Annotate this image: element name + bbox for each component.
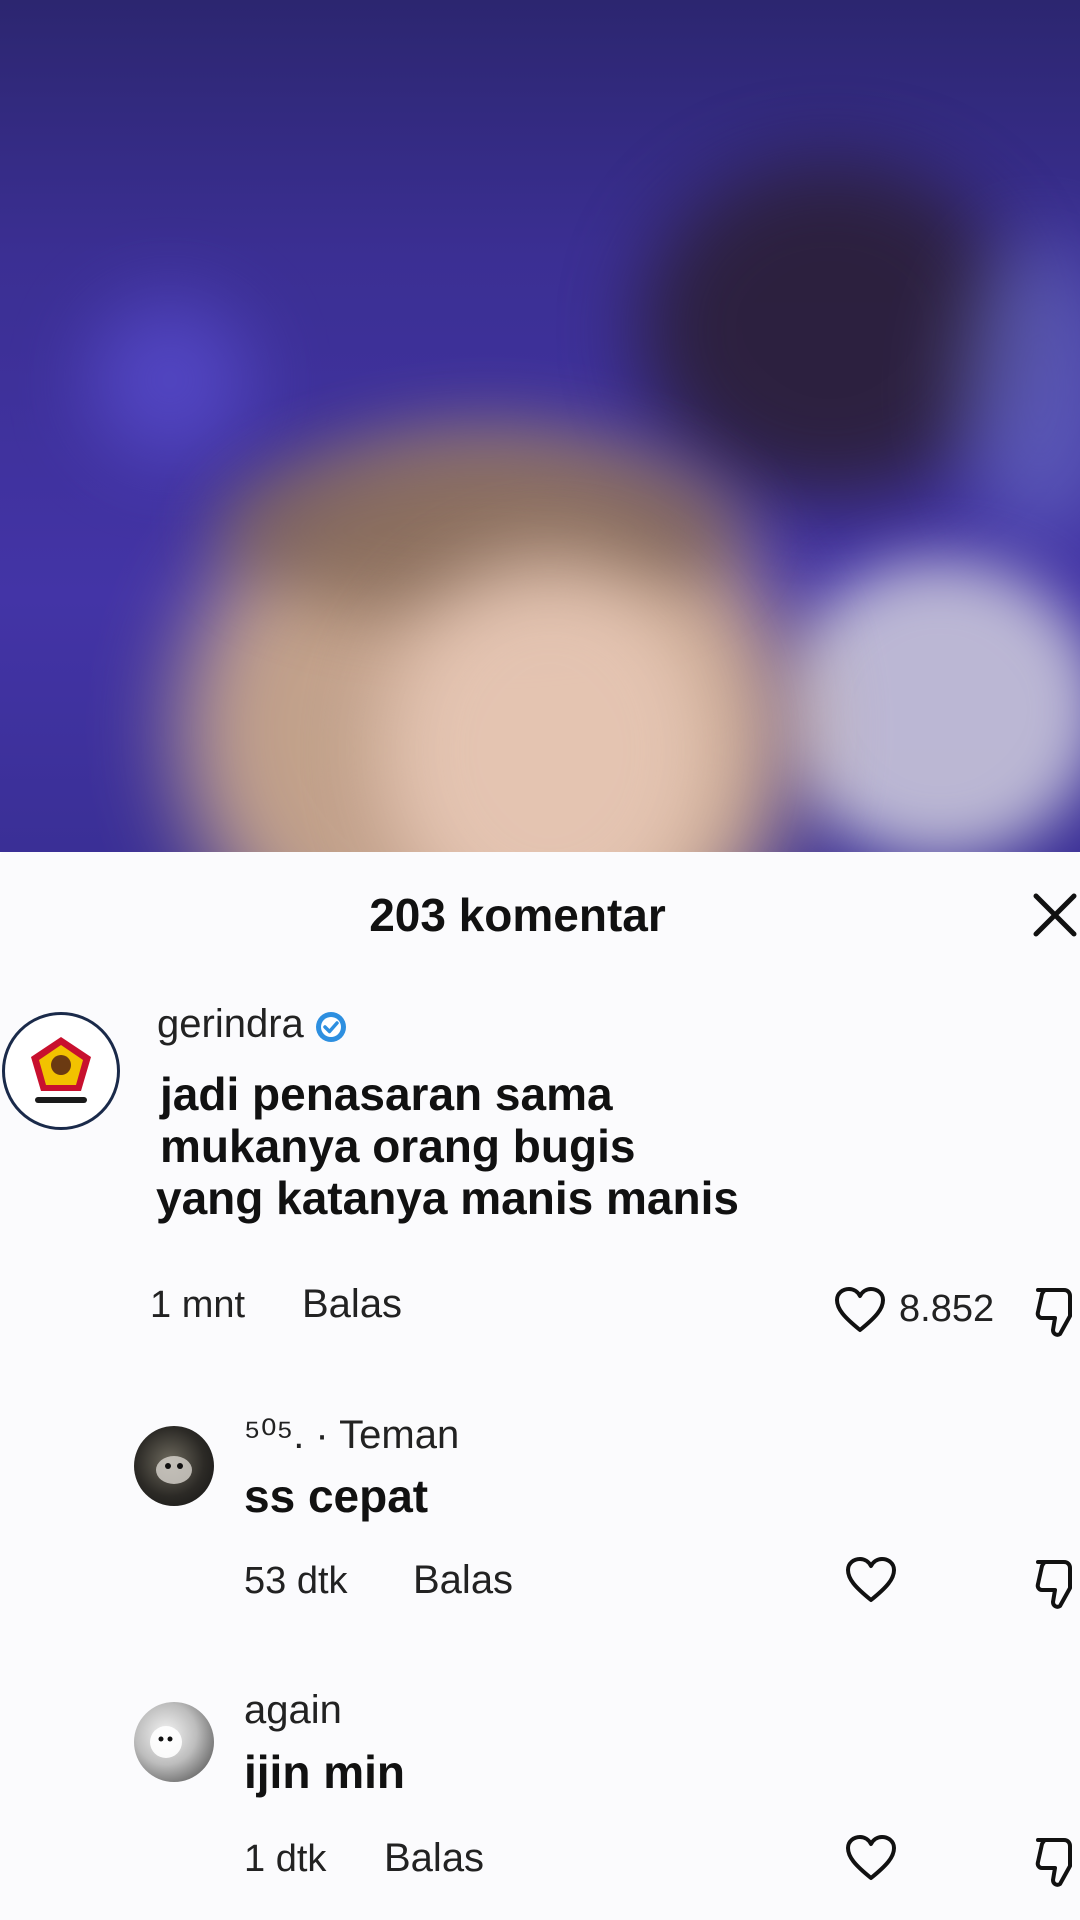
like-button[interactable] [845,1556,897,1609]
avatar[interactable] [134,1426,214,1506]
username[interactable]: gerindra [157,1002,348,1047]
heart-icon [846,1835,896,1880]
party-logo-icon [7,1017,115,1125]
reply-button[interactable]: Balas [302,1282,402,1327]
comment-text: ijin min [244,1746,405,1798]
heart-icon [835,1287,885,1332]
reply-button[interactable]: Balas [413,1558,513,1603]
avatar[interactable] [134,1702,214,1782]
comment-time: 1 mnt [150,1284,246,1326]
blur-hair-dark [640,160,1020,500]
comment-text: ss cepat [244,1470,429,1522]
blur-light [90,300,250,460]
username[interactable]: again [244,1688,342,1733]
close-icon [1033,893,1077,937]
sheet-header: 203 komentar [0,852,1080,972]
thumbs-down-icon [1035,1560,1072,1609]
thumbs-down-icon [1035,1288,1072,1337]
avatar-image-icon [150,1726,182,1758]
comment-item: ⁵⁰⁵. · Teman ss cepat [0,1412,1080,1612]
dislike-button[interactable] [1034,1284,1080,1343]
comment-count-title: 203 komentar [369,889,666,941]
like-button[interactable] [834,1286,886,1339]
avatar[interactable] [2,1012,120,1130]
comment-text-line: jadi penasaran sama [160,1068,613,1120]
reply-button[interactable]: Balas [384,1836,484,1881]
comment-sheet: 203 komentar gerindra jadi penasaran sam… [0,852,1080,1920]
blur-wall [780,560,1080,852]
comment-text-line: yang katanya manis manis [156,1172,739,1224]
dislike-button[interactable] [1034,1556,1080,1615]
heart-icon [846,1557,896,1602]
comment-item: again ijin min [0,1688,1080,1888]
comment-text: jadi penasaran sama mukanya orang bugis … [156,1068,739,1224]
comment-item: gerindra jadi penasaran sama mukanya ora… [0,1002,1080,1224]
like-count: 8.852 [899,1288,995,1330]
avatar-image-icon [156,1456,192,1484]
comment-text-line: mukanya orang bugis [160,1120,636,1172]
close-button[interactable] [1030,890,1080,946]
comment-time: 53 dtk [244,1560,348,1602]
like-button[interactable] [845,1834,897,1887]
comment-time: 1 dtk [244,1838,327,1880]
verified-badge-icon [314,1009,348,1043]
video-background[interactable] [0,0,1080,852]
username[interactable]: ⁵⁰⁵. · Teman [244,1412,459,1458]
dislike-button[interactable] [1034,1834,1080,1893]
thumbs-down-icon [1035,1838,1072,1887]
